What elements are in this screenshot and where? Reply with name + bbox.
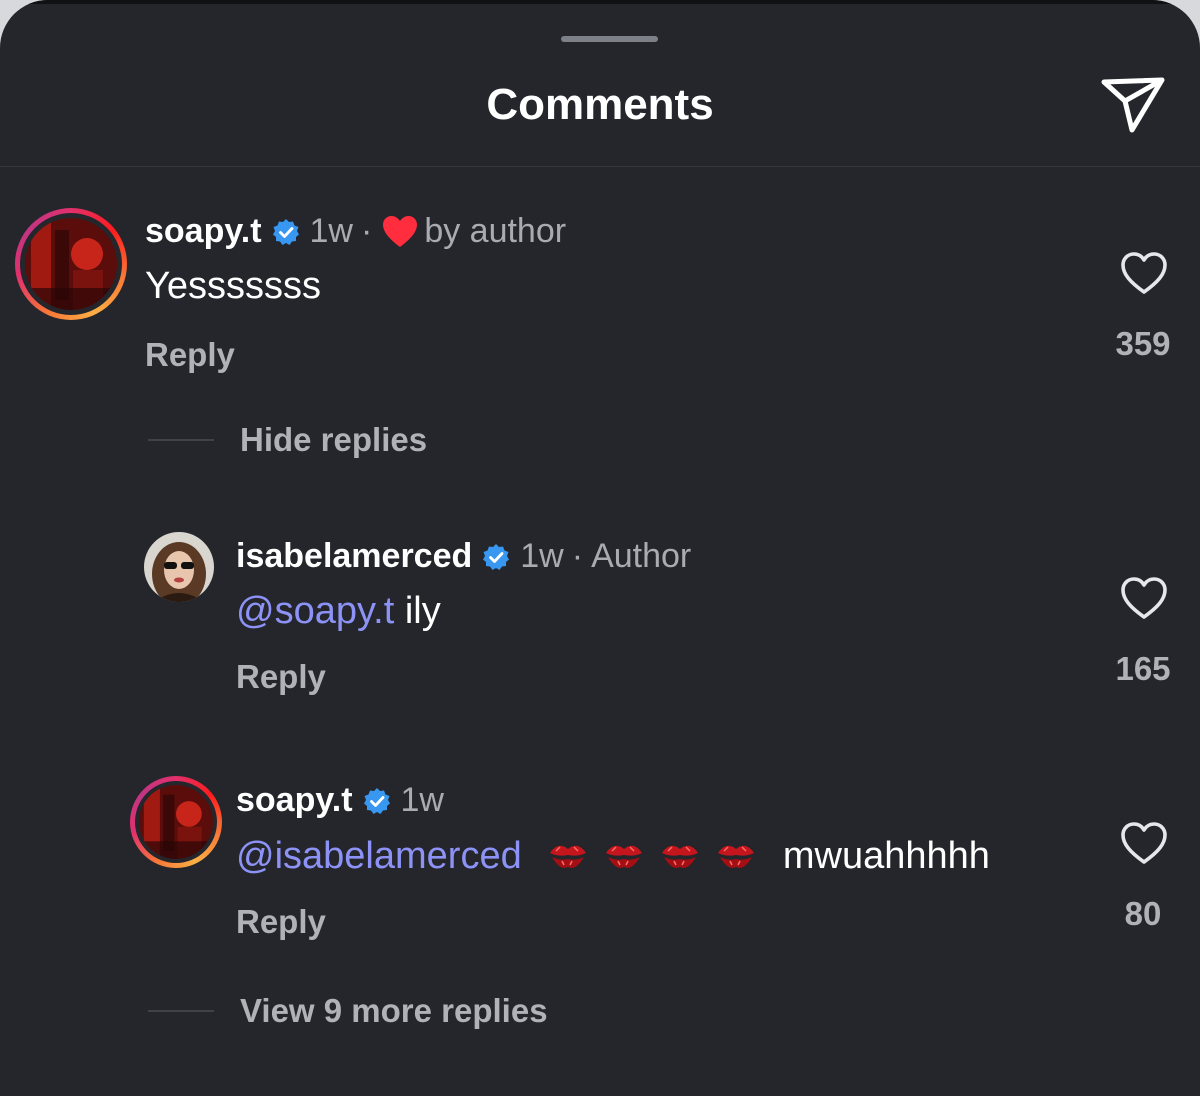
comment-time: 1w <box>520 537 564 575</box>
page-title: Comments <box>486 80 714 129</box>
comment-meta: soapy.t 1w <box>236 781 444 820</box>
like-count: 165 <box>1115 650 1171 687</box>
status-strip <box>0 0 1200 4</box>
red-heart-icon <box>383 215 418 247</box>
hide-replies-button[interactable]: Hide replies <box>148 421 427 459</box>
comment-text: Yesssssss <box>145 265 321 307</box>
share-icon[interactable] <box>1098 72 1168 136</box>
header-divider <box>0 166 1200 167</box>
reply-button[interactable]: Reply <box>236 658 326 696</box>
like-heart-icon[interactable] <box>1119 575 1169 621</box>
avatar[interactable] <box>144 532 214 602</box>
comment-time: 1w <box>309 212 353 250</box>
hide-replies-label: Hide replies <box>240 421 428 458</box>
comment-meta: isabelamerced 1w · Author <box>236 537 691 576</box>
username[interactable]: soapy.t <box>236 781 353 820</box>
comment-meta: soapy.t 1w · by author <box>145 212 566 251</box>
drag-handle[interactable] <box>561 36 658 42</box>
like-heart-icon[interactable] <box>1119 820 1169 866</box>
username[interactable]: isabelamerced <box>236 537 472 576</box>
kiss-mark-icon <box>662 845 699 868</box>
comments-sheet: Comments soapy.t 1w · by author Yessssss… <box>0 0 1200 1096</box>
separator: · <box>360 212 373 250</box>
kiss-emoji-group <box>540 835 764 879</box>
like-count: 359 <box>1115 325 1171 362</box>
verified-badge-icon <box>483 543 510 570</box>
comment-text: @soapy.t ily <box>236 590 441 632</box>
kiss-mark-icon <box>550 845 587 868</box>
liked-by-author-label: by author <box>424 212 567 250</box>
author-badge: Author <box>591 537 692 575</box>
username[interactable]: soapy.t <box>145 212 262 251</box>
comment-time: 1w <box>400 781 444 819</box>
like-heart-icon[interactable] <box>1119 250 1169 296</box>
view-more-replies-label: View 9 more replies <box>240 992 548 1029</box>
avatar[interactable] <box>130 776 222 868</box>
separator: · <box>571 537 584 575</box>
mention-link[interactable]: @soapy.t <box>236 590 394 632</box>
verified-badge-icon <box>272 218 299 245</box>
thread-line <box>148 1010 214 1012</box>
reply-button[interactable]: Reply <box>236 903 326 941</box>
like-count: 80 <box>1124 895 1162 932</box>
kiss-mark-icon <box>606 845 643 868</box>
comment-text: @isabelamerced mwuahhhhh <box>236 835 990 879</box>
kiss-mark-icon <box>718 845 755 868</box>
thread-line <box>148 439 214 441</box>
verified-badge-icon <box>363 787 390 814</box>
view-more-replies-button[interactable]: View 9 more replies <box>148 992 548 1030</box>
reply-button[interactable]: Reply <box>145 336 235 374</box>
mention-link[interactable]: @isabelamerced <box>236 835 522 877</box>
avatar[interactable] <box>15 208 127 320</box>
